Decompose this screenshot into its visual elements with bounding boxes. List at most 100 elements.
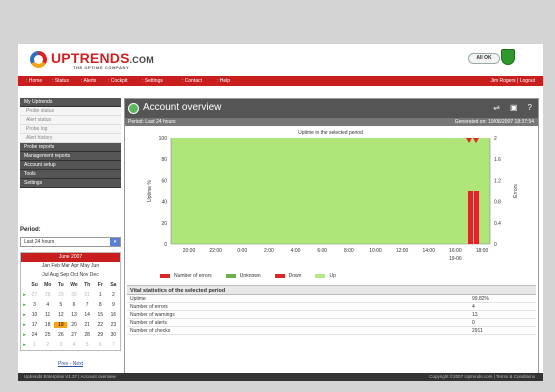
- calendar-day[interactable]: 29: [94, 332, 107, 338]
- panel-toolbar: ⇌ ▣ ?: [493, 103, 532, 112]
- footer-left: Uptrends Enterprise V1.37 | Account over…: [24, 374, 116, 379]
- calendar-day[interactable]: 19: [54, 322, 68, 328]
- calendar-day[interactable]: 30: [67, 292, 80, 298]
- calendar-day[interactable]: 27: [28, 292, 41, 298]
- calendar-day[interactable]: 5: [54, 302, 67, 308]
- logo-icon: [30, 51, 47, 68]
- calendar-day[interactable]: 24: [28, 332, 41, 338]
- calendar-day[interactable]: 28: [41, 292, 54, 298]
- calendar-day[interactable]: 1: [94, 292, 107, 298]
- calendar-day[interactable]: 2: [41, 342, 54, 348]
- calendar-day[interactable]: 6: [67, 302, 80, 308]
- calendar-day[interactable]: 7: [107, 342, 120, 348]
- calendar-day[interactable]: 3: [54, 342, 67, 348]
- nav-contact[interactable]: : Contact: [182, 78, 202, 84]
- all-ok-status-button[interactable]: All OK: [468, 53, 500, 64]
- calendar-day[interactable]: 22: [94, 322, 107, 328]
- calendar-day[interactable]: 14: [81, 312, 94, 318]
- calendar: June 2007 Jan Feb Mar Apr May Jun Jul Au…: [20, 252, 121, 351]
- sidebar-section-tools[interactable]: Tools: [20, 170, 121, 179]
- calendar-day[interactable]: 25: [41, 332, 54, 338]
- calendar-prev-link[interactable]: Prev: [58, 361, 68, 367]
- calendar-day[interactable]: 3: [28, 302, 41, 308]
- help-icon[interactable]: ?: [528, 103, 532, 112]
- calendar-day[interactable]: 4: [67, 342, 80, 348]
- x-tick-label: 0:00: [237, 248, 247, 254]
- week-select-icon[interactable]: ▸: [21, 292, 28, 298]
- error-bar: [474, 191, 479, 244]
- y2-tick-label: 0.4: [494, 221, 501, 227]
- calendar-day[interactable]: 10: [28, 312, 41, 318]
- calendar-month-title[interactable]: June 2007: [21, 253, 120, 262]
- sidebar-section-probe-reports[interactable]: Probe reports: [20, 143, 121, 152]
- calendar-day[interactable]: 11: [41, 312, 54, 318]
- calendar-day[interactable]: 12: [54, 312, 67, 318]
- nav-alerts[interactable]: : Alerts: [81, 78, 96, 84]
- calendar-day[interactable]: 5: [81, 342, 94, 348]
- calendar-day[interactable]: 28: [81, 332, 94, 338]
- calendar-day[interactable]: 31: [81, 292, 94, 298]
- calendar-day[interactable]: 30: [107, 332, 120, 338]
- x-tick-label: 4:00: [291, 248, 301, 254]
- calendar-day[interactable]: 8: [94, 302, 107, 308]
- sidebar-item-alert-history[interactable]: Alert history: [20, 134, 121, 143]
- calendar-day[interactable]: 1: [28, 342, 41, 348]
- calendar-day[interactable]: 7: [81, 302, 94, 308]
- x-tick-label: 2:00: [264, 248, 274, 254]
- chart-up-area: [171, 138, 490, 244]
- footer-right[interactable]: Copyright ©2007 Uptrends.com | Terms & C…: [429, 373, 535, 381]
- calendar-day[interactable]: 6: [94, 342, 107, 348]
- calendar-day[interactable]: 15: [94, 312, 107, 318]
- calendar-day[interactable]: 18: [41, 322, 54, 328]
- calendar-week-row: ▸ 1 2 3 4 5 6 7: [21, 340, 120, 350]
- week-select-icon[interactable]: ▸: [21, 332, 28, 338]
- legend-item: Down: [274, 273, 301, 279]
- sidebar-section-account-setup[interactable]: Account setup: [20, 161, 121, 170]
- calendar-day[interactable]: 29: [54, 292, 67, 298]
- calendar-day[interactable]: 26: [54, 332, 67, 338]
- sidebar-section-settings[interactable]: Settings: [20, 179, 121, 188]
- week-select-icon[interactable]: ▸: [21, 342, 28, 348]
- week-select-icon[interactable]: ▸: [21, 312, 28, 318]
- y-tick-label: 20: [161, 221, 167, 227]
- calendar-day[interactable]: 13: [67, 312, 80, 318]
- calendar-week-row: ▸ 10 11 12 13 14 15 16: [21, 310, 120, 320]
- sidebar-item-alert-status[interactable]: Alert status: [20, 116, 121, 125]
- user-logout-link[interactable]: Jim Rogers | Logout: [490, 78, 535, 84]
- calendar-day[interactable]: 27: [67, 332, 80, 338]
- export-icon[interactable]: ⇌: [493, 103, 500, 112]
- nav-status[interactable]: : Status: [52, 78, 69, 84]
- app-frame: UPTRENDS.COM THE UPTIME COMPANY All OK :…: [18, 44, 543, 381]
- logo-text[interactable]: UPTRENDS.COM: [51, 50, 154, 66]
- calendar-day[interactable]: 20: [67, 322, 80, 328]
- nav-help[interactable]: : Help: [217, 78, 230, 84]
- nav-home[interactable]: : Home: [26, 78, 42, 84]
- sidebar-item-probe-status[interactable]: Probe status: [20, 107, 121, 116]
- calendar-day[interactable]: 21: [81, 322, 94, 328]
- calendar-day[interactable]: 23: [107, 322, 120, 328]
- sidebar-section-management-reports[interactable]: Management reports: [20, 152, 121, 161]
- calendar-week-row: ▸ 17 18 19 20 21 22 23: [21, 320, 120, 330]
- weekday-label: Sa: [110, 282, 117, 288]
- account-overview-panel: Account overview ⇌ ▣ ? Period: Last 24 h…: [124, 98, 539, 374]
- calendar-months-row[interactable]: Jan Feb Mar Apr May Jun: [21, 262, 120, 271]
- check-icon: [128, 103, 139, 114]
- week-select-icon[interactable]: ▸: [21, 322, 28, 328]
- nav-settings[interactable]: : Settings: [142, 78, 163, 84]
- period-select[interactable]: Last 24 hours ▾: [20, 237, 121, 247]
- week-select-icon[interactable]: ▸: [21, 302, 28, 308]
- sidebar-section-my-uptrends[interactable]: My Uptrends: [20, 98, 121, 107]
- chevron-down-icon[interactable]: ▾: [110, 238, 120, 246]
- calendar-day[interactable]: 17: [28, 322, 41, 328]
- calendar-day[interactable]: 9: [107, 302, 120, 308]
- sidebar: My Uptrends Probe status Alert status Pr…: [20, 98, 121, 188]
- calendar-next-link[interactable]: Next: [73, 361, 83, 367]
- top-nav: : Home : Status : Alerts : Cockpit : Set…: [18, 76, 543, 86]
- sidebar-item-probe-log[interactable]: Probe log: [20, 125, 121, 134]
- calendar-day[interactable]: 16: [107, 312, 120, 318]
- calendar-day[interactable]: 2: [107, 292, 120, 298]
- calendar-months-row[interactable]: Jul Aug Sep Oct Nov Dec: [21, 271, 120, 280]
- nav-cockpit[interactable]: : Cockpit: [108, 78, 127, 84]
- calendar-day[interactable]: 4: [41, 302, 54, 308]
- pdf-icon[interactable]: ▣: [510, 103, 518, 112]
